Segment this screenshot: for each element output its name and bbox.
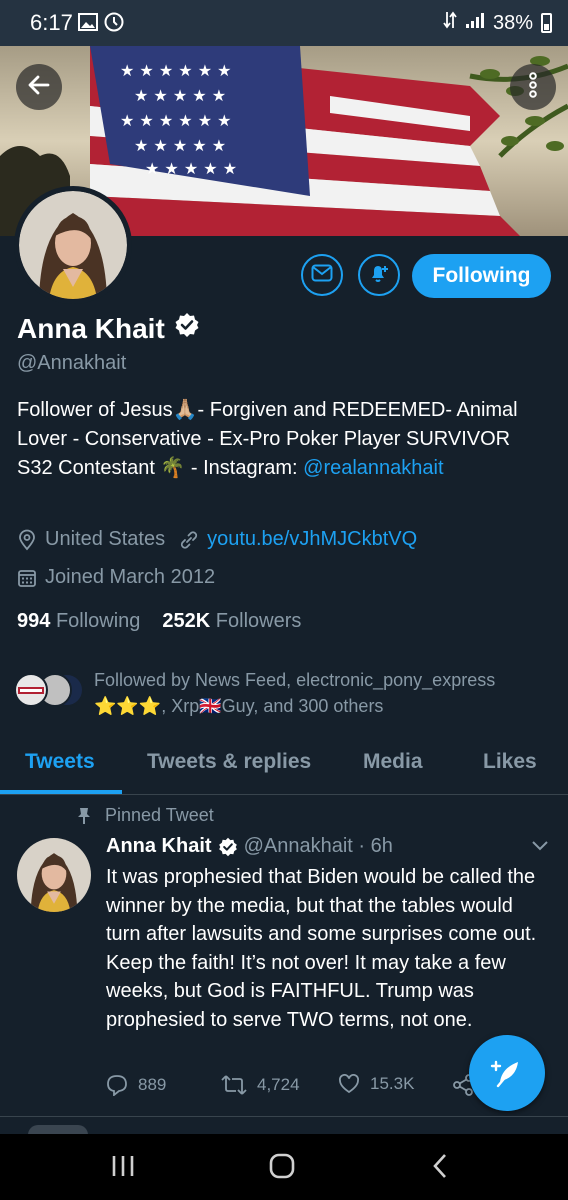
- chevron-down-icon[interactable]: [530, 838, 550, 857]
- location-icon: [17, 529, 37, 551]
- retweet-button[interactable]: 4,724: [221, 1074, 300, 1096]
- battery-icon: [541, 13, 552, 33]
- profile-website-link[interactable]: youtu.be/vJhMJCkbtVQ: [207, 528, 417, 551]
- message-button[interactable]: [301, 254, 343, 296]
- like-count: 15.3K: [370, 1074, 415, 1093]
- following-count: 994: [17, 610, 51, 632]
- reply-icon: [106, 1074, 128, 1096]
- followers-count-link[interactable]: 252K Followers: [162, 610, 301, 633]
- profile-bio: Follower of Jesus🙏🏼- Forgiven and REDEEM…: [17, 396, 547, 483]
- following-button[interactable]: Following: [412, 254, 551, 298]
- data-transfer-icon: [443, 10, 457, 36]
- mail-icon: [311, 264, 333, 287]
- profile-avatar[interactable]: [14, 186, 132, 304]
- followed-by-text[interactable]: Followed by News Feed, electronic_pony_e…: [94, 667, 554, 719]
- clock-icon: [104, 12, 124, 37]
- status-time: 6:17: [30, 10, 73, 35]
- profile-name-row: Anna Khait: [17, 312, 200, 345]
- svg-text:★ ★ ★ ★ ★ ★: ★ ★ ★ ★ ★ ★: [120, 111, 232, 130]
- profile-tabs: Tweets Tweets & replies Media Likes: [0, 738, 568, 795]
- compose-tweet-button[interactable]: [469, 1035, 545, 1111]
- verified-icon: [174, 312, 200, 345]
- tweet-handle-time: @Annakhait · 6h: [243, 835, 393, 857]
- followed-by-avatars[interactable]: [14, 673, 94, 709]
- bell-plus-icon: [367, 261, 391, 290]
- reply-button[interactable]: 889: [106, 1074, 166, 1096]
- svg-text:★ ★ ★ ★ ★ ★: ★ ★ ★ ★ ★ ★: [120, 61, 232, 80]
- bio-instagram-link[interactable]: @realannakhait: [303, 457, 443, 479]
- svg-text:★ ★ ★ ★ ★: ★ ★ ★ ★ ★: [134, 86, 226, 105]
- pinned-tweet-text: Pinned Tweet: [105, 805, 214, 825]
- back-arrow-icon: [26, 72, 52, 103]
- system-nav-bar: [0, 1134, 568, 1200]
- back-button[interactable]: [16, 64, 62, 110]
- tweet-author-name[interactable]: Anna Khait: [106, 835, 212, 858]
- tab-tweets[interactable]: Tweets: [25, 750, 95, 774]
- home-icon[interactable]: [268, 1152, 296, 1185]
- following-label: Following: [55, 610, 141, 632]
- tweet-text: It was prophesied that Biden would be ca…: [106, 866, 537, 1031]
- compose-feather-icon: [488, 1054, 526, 1092]
- like-button[interactable]: 15.3K: [338, 1074, 414, 1094]
- recent-apps-icon[interactable]: [110, 1152, 136, 1185]
- profile-counts: 994 Following 252K Followers: [17, 610, 301, 633]
- active-tab-indicator: [0, 790, 122, 794]
- tweet-author-avatar[interactable]: [17, 838, 91, 912]
- following-count-link[interactable]: 994 Following: [17, 610, 140, 633]
- back-nav-icon[interactable]: [430, 1152, 450, 1185]
- retweet-count: 4,724: [257, 1075, 300, 1094]
- pin-icon: [77, 807, 91, 825]
- avatar: [14, 673, 48, 707]
- profile-joined-row: Joined March 2012: [17, 566, 215, 589]
- verified-icon: [218, 837, 238, 857]
- followers-label: Followers: [215, 610, 302, 632]
- pinned-tweet-label: Pinned Tweet: [77, 805, 214, 826]
- svg-text:★ ★ ★ ★ ★: ★ ★ ★ ★ ★: [134, 136, 226, 155]
- profile-location: United States: [45, 528, 166, 550]
- retweet-icon: [221, 1074, 247, 1096]
- more-options-button[interactable]: [510, 64, 556, 110]
- status-bar: 6:17 38%: [0, 0, 568, 46]
- signal-icon: [465, 11, 485, 35]
- profile-joined-date: Joined March 2012: [45, 566, 216, 588]
- tab-media[interactable]: Media: [363, 750, 423, 774]
- reply-count: 889: [138, 1075, 167, 1094]
- followers-count: 252K: [162, 610, 211, 632]
- profile-name: Anna Khait: [17, 312, 165, 344]
- tab-likes[interactable]: Likes: [483, 750, 537, 774]
- tab-tweets-replies[interactable]: Tweets & replies: [147, 750, 311, 774]
- more-vertical-icon: [528, 71, 538, 103]
- tweet-divider: [0, 1116, 568, 1117]
- link-icon: [179, 530, 199, 550]
- tweet-header: Anna Khait @Annakhait · 6h: [106, 835, 393, 858]
- battery-text: 38%: [492, 11, 533, 34]
- calendar-icon: [17, 568, 37, 588]
- gallery-icon: [78, 13, 98, 36]
- profile-meta-row: United States youtu.be/vJhMJCkbtVQ: [17, 528, 417, 551]
- notifications-button[interactable]: [358, 254, 400, 296]
- profile-handle: @Annakhait: [17, 352, 127, 374]
- heart-icon: [338, 1074, 360, 1094]
- svg-text:★ ★ ★ ★ ★: ★ ★ ★ ★ ★: [145, 159, 237, 178]
